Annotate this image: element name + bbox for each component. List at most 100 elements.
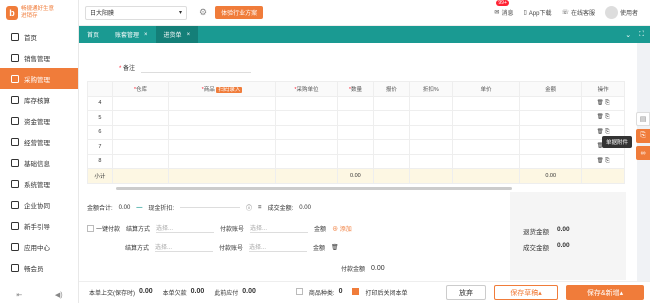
table-row[interactable]: 6 🗑 ⎘ — [87, 124, 625, 140]
deal-value: 0.00 — [299, 204, 311, 211]
payment-row-1: 一键付款 结算方式 选择... 付款账号 选择... 金额 ⊕ 添加 — [87, 223, 352, 233]
amount-label: 金额 — [313, 245, 326, 252]
deal-label: 成交金额: — [267, 206, 294, 212]
sidebar-item-apps[interactable]: 应用中心 — [0, 236, 78, 257]
paid-row: 付款金额 0.00 — [341, 264, 385, 273]
row-actions[interactable]: 🗑 ⎘ — [581, 95, 625, 111]
sidebar-item-system[interactable]: 系统管理 — [0, 173, 78, 194]
business-icon — [11, 137, 19, 146]
subtotal-qty: 0.00 — [336, 168, 374, 184]
collapse-icon[interactable]: ⇤ — [16, 291, 22, 299]
app-download-button[interactable]: ▯ App下载 — [523, 8, 551, 17]
messages-button[interactable]: 99+ ✉ 消息 — [494, 0, 514, 17]
column-header: 报价 — [372, 81, 410, 97]
table-row[interactable]: 5 🗑 ⎘ — [87, 110, 625, 126]
subtotal-row: 小计 0.00 0.00 — [87, 168, 625, 184]
help-icon[interactable]: ⓘ — [246, 203, 252, 212]
system-icon — [11, 179, 19, 188]
abandon-button[interactable]: 放弃 — [446, 285, 486, 300]
sidebar: b 畅捷通好生意 进销存 首页 销售管理 采购管理 库存核算 资金管理 经营管理 … — [0, 0, 79, 303]
row-actions[interactable]: 🗑 ⎘ — [581, 153, 625, 169]
close-icon[interactable]: × — [187, 32, 191, 38]
chevron-down-icon[interactable]: ⌄ — [625, 31, 631, 39]
return-label: 退货金额 — [523, 229, 549, 236]
scan-entry-button[interactable]: 扫码录入 — [216, 86, 243, 93]
save-draft-button[interactable]: 保存草稿 ▴ — [494, 285, 558, 300]
user-menu[interactable]: 使用者 — [604, 6, 638, 19]
gear-icon[interactable]: ⚙ — [199, 7, 207, 18]
link-icon[interactable]: ∞ — [636, 146, 650, 160]
save-new-button[interactable]: 保存&新增 ▴ — [566, 285, 644, 300]
trash-icon[interactable]: 🗑 — [331, 244, 339, 251]
sidebar-item-home[interactable]: 首页 — [0, 26, 78, 47]
sidebar-item-info[interactable]: 基础信息 — [0, 152, 78, 173]
sound-icon[interactable]: ◀) — [55, 291, 63, 299]
qty-label: 商品种类: — [308, 291, 335, 297]
tab-accounts[interactable]: 账套管理 × — [107, 26, 156, 43]
online-service-button[interactable]: ☏ 在线客服 — [561, 8, 595, 17]
note-input[interactable] — [141, 61, 252, 73]
sidebar-item-label: 畅会员 — [24, 265, 44, 273]
table-row[interactable]: 8 🗑 ⎘ — [87, 153, 625, 169]
experience-button[interactable]: 体验行业方案 — [215, 6, 264, 19]
headset-icon: ☏ — [561, 10, 569, 16]
purchase-icon — [11, 74, 19, 83]
funds-icon — [11, 116, 19, 125]
discount-label: 现金折扣: — [148, 206, 175, 212]
due-label: 此前应付 — [214, 291, 239, 297]
logo: b 畅捷通好生意 进销存 — [0, 0, 78, 26]
goods-type-checkbox[interactable] — [295, 288, 303, 295]
note-row: * 备注 — [119, 61, 252, 73]
sidebar-item-member[interactable]: 畅会员 — [0, 257, 78, 278]
payment-row-2: 结算方式 选择... 付款账号 选择... 金额 🗑 — [125, 242, 339, 252]
add-button[interactable]: ⊕ 添加 — [332, 224, 352, 233]
column-header: *采购单位 — [274, 81, 338, 97]
collab-icon — [11, 200, 19, 209]
attachment-icon[interactable]: ⎘ — [636, 129, 650, 143]
info-icon — [11, 158, 19, 167]
items-table: *仓库 *商品 扫码录入 *采购单位 *数量 报价 折扣% 单价 金额 操作 4… — [87, 81, 625, 184]
column-header: 金额 — [519, 81, 583, 97]
horizontal-scrollbar[interactable] — [116, 187, 512, 190]
inventory-icon — [11, 95, 19, 104]
method-select[interactable]: 选择... — [155, 242, 214, 252]
sidebar-item-business[interactable]: 经营管理 — [0, 131, 78, 152]
company-select[interactable]: 日大阳膜 ▾ — [85, 5, 187, 20]
table-row[interactable]: 7🗑 ⎘ — [87, 139, 625, 155]
print-close-checkbox[interactable] — [352, 288, 360, 295]
method-select[interactable]: 选择... — [156, 223, 215, 233]
discount-input[interactable] — [180, 207, 241, 208]
fullscreen-icon[interactable]: ⛶ — [639, 31, 644, 39]
messages-label: 消息 — [501, 11, 514, 17]
tab-label: 进货单 — [163, 33, 182, 39]
row-actions[interactable]: 🗑 ⎘ — [581, 110, 625, 126]
return-value: 0.00 — [557, 226, 570, 233]
sidebar-item-inventory[interactable]: 库存核算 — [0, 89, 78, 110]
doc-icon[interactable]: ▤ — [636, 112, 650, 126]
user-name: 使用者 — [619, 11, 638, 17]
mail-icon: ✉ — [494, 10, 500, 16]
sidebar-item-label: 资金管理 — [24, 118, 50, 126]
sidebar-item-purchase[interactable]: 采购管理 — [0, 68, 78, 89]
sidebar-item-label: 库存核算 — [24, 97, 50, 105]
sidebar-item-guide[interactable]: 新手引导 — [0, 215, 78, 236]
sidebar-item-label: 采购管理 — [24, 76, 50, 84]
sidebar-item-collab[interactable]: 企业协同 — [0, 194, 78, 215]
column-header — [87, 81, 113, 97]
account-select[interactable]: 选择... — [249, 242, 308, 252]
right-rail: ▤ ⎘ ∞ — [636, 112, 650, 162]
sidebar-item-sales[interactable]: 销售管理 — [0, 47, 78, 68]
tab-home[interactable]: 首页 — [79, 26, 107, 43]
avatar — [604, 6, 618, 19]
account-select[interactable]: 选择... — [250, 223, 309, 233]
close-icon[interactable]: × — [144, 32, 148, 38]
sidebar-item-funds[interactable]: 资金管理 — [0, 110, 78, 131]
top-bar: 日大阳膜 ▾ ⚙ 体验行业方案 99+ ✉ 消息 ▯ App下载 ☏ 在线客服 使用者 — [79, 0, 650, 26]
table-row[interactable]: 4 🗑 ⎘ — [87, 95, 625, 111]
sum-label: 金额合计: — [87, 206, 113, 212]
tab-purchase-order[interactable]: 进货单 × — [155, 26, 199, 43]
paid-value: 0.00 — [371, 265, 385, 272]
amount-label: 金额 — [314, 226, 327, 233]
sidebar-item-label: 销售管理 — [24, 55, 50, 63]
one-time-pay-checkbox[interactable] — [87, 225, 94, 233]
